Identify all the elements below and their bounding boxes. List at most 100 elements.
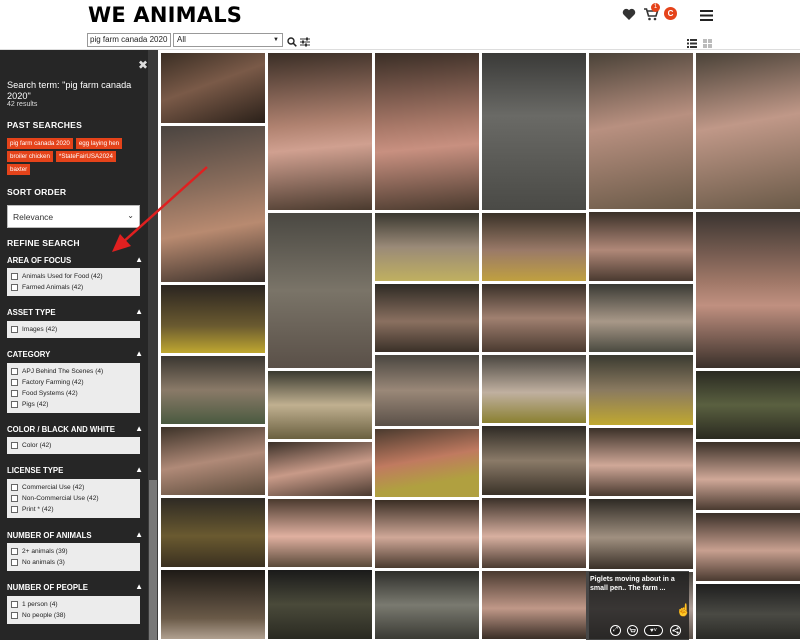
list-view-icon[interactable]: [687, 35, 697, 53]
facet-option[interactable]: Animals Used for Food (42): [11, 271, 136, 282]
past-search-tag[interactable]: *StateFairUSA2024: [55, 151, 116, 162]
facet-option[interactable]: Images (42): [11, 324, 136, 335]
heart-icon[interactable]: ♥˅: [644, 625, 663, 636]
result-image[interactable]: [588, 427, 694, 497]
result-image[interactable]: [374, 212, 480, 282]
menu-icon[interactable]: [698, 7, 714, 23]
expand-icon[interactable]: ⤢: [610, 625, 621, 636]
result-image[interactable]: [588, 354, 694, 426]
result-image[interactable]: [267, 52, 373, 211]
result-image[interactable]: [695, 583, 800, 640]
filter-icon[interactable]: [300, 34, 310, 52]
past-search-tag[interactable]: pig farm canada 2020: [7, 138, 73, 149]
chevron-up-icon[interactable]: ▲: [135, 424, 143, 433]
result-image[interactable]: [695, 211, 800, 369]
facet-option[interactable]: Color (42): [11, 440, 136, 451]
sort-order-select[interactable]: Relevance ⌄: [7, 205, 140, 228]
past-search-tag[interactable]: broiler chicken: [7, 151, 53, 162]
result-image[interactable]: [160, 284, 266, 354]
cart-icon[interactable]: [627, 625, 638, 636]
facet-header-asset-type[interactable]: ASSET TYPE ▲: [7, 307, 143, 320]
result-image[interactable]: [267, 569, 373, 640]
heart-icon[interactable]: [621, 6, 637, 22]
result-image[interactable]: [374, 428, 480, 498]
chevron-up-icon[interactable]: ▲: [135, 255, 143, 264]
result-image[interactable]: [481, 52, 587, 211]
result-image[interactable]: [160, 426, 266, 496]
facet-option[interactable]: Food Systems (42): [11, 388, 136, 399]
result-image[interactable]: [160, 125, 266, 283]
sidebar-scrollbar[interactable]: [148, 50, 158, 640]
result-image[interactable]: [374, 52, 480, 211]
facet-option[interactable]: 2+ animals (39): [11, 546, 136, 557]
grid-view-icon[interactable]: [703, 35, 712, 53]
result-image[interactable]: [695, 512, 800, 582]
checkbox[interactable]: [11, 484, 18, 491]
chevron-up-icon[interactable]: ▲: [135, 582, 143, 591]
result-image[interactable]: [160, 52, 266, 124]
facet-option[interactable]: Commercial Use (42): [11, 482, 136, 493]
facet-option[interactable]: Farmed Animals (42): [11, 282, 136, 293]
result-image[interactable]: [374, 499, 480, 569]
checkbox[interactable]: [11, 506, 18, 513]
share-icon[interactable]: [670, 625, 681, 636]
past-search-tag[interactable]: baxter: [7, 164, 31, 175]
search-type-select[interactable]: All ▼: [173, 33, 283, 47]
past-search-tag[interactable]: egg laying hen: [75, 138, 123, 149]
facet-option[interactable]: Print * (42): [11, 504, 136, 515]
facet-header-category[interactable]: CATEGORY ▲: [7, 349, 143, 362]
result-image[interactable]: [588, 498, 694, 570]
result-image[interactable]: [160, 355, 266, 425]
result-image[interactable]: [374, 283, 480, 353]
image-hover-card[interactable]: Piglets moving about in a small pen.. Th…: [586, 571, 689, 640]
facet-header-number-of-people[interactable]: NUMBER OF PEOPLE ▲: [7, 582, 143, 595]
result-image[interactable]: [695, 370, 800, 440]
scrollbar-thumb[interactable]: [149, 480, 157, 640]
result-image[interactable]: [267, 498, 373, 568]
result-image[interactable]: [374, 570, 480, 640]
facet-option[interactable]: 1 person (4): [11, 599, 136, 610]
checkbox[interactable]: [11, 442, 18, 449]
facet-option[interactable]: Non-Commercial Use (42): [11, 493, 136, 504]
result-image[interactable]: [481, 425, 587, 496]
facet-option[interactable]: Pigs (42): [11, 399, 136, 410]
result-image[interactable]: [695, 52, 800, 210]
chevron-up-icon[interactable]: ▲: [135, 349, 143, 358]
result-image[interactable]: [481, 283, 587, 353]
checkbox[interactable]: [11, 559, 18, 566]
checkbox[interactable]: [11, 368, 18, 375]
result-image[interactable]: [481, 212, 587, 282]
result-image[interactable]: [588, 211, 694, 282]
checkbox[interactable]: [11, 401, 18, 408]
checkbox[interactable]: [11, 601, 18, 608]
facet-header-area-of-focus[interactable]: AREA OF FOCUS ▲: [7, 255, 143, 268]
checkbox[interactable]: [11, 379, 18, 386]
chevron-up-icon[interactable]: ▲: [135, 530, 143, 539]
checkbox[interactable]: [11, 612, 18, 619]
checkbox[interactable]: [11, 326, 18, 333]
result-image[interactable]: [588, 283, 694, 353]
result-image[interactable]: [588, 52, 694, 210]
close-icon[interactable]: ✖: [138, 58, 148, 72]
result-image[interactable]: [481, 497, 587, 569]
facet-option[interactable]: APJ Behind The Scenes (4): [11, 366, 136, 377]
search-icon[interactable]: [287, 34, 297, 52]
checkbox[interactable]: [11, 548, 18, 555]
search-input[interactable]: pig farm canada 2020: [87, 33, 171, 47]
checkbox[interactable]: [11, 284, 18, 291]
result-image[interactable]: [267, 441, 373, 497]
result-image[interactable]: [267, 212, 373, 369]
result-image[interactable]: [374, 354, 480, 427]
result-image[interactable]: [481, 570, 587, 640]
result-image[interactable]: [267, 370, 373, 440]
facet-option[interactable]: No people (38): [11, 610, 136, 621]
result-image[interactable]: [695, 441, 800, 511]
facet-option[interactable]: No animals (3): [11, 557, 136, 568]
result-image[interactable]: [481, 354, 587, 424]
user-avatar[interactable]: C: [664, 7, 677, 20]
result-image[interactable]: [160, 569, 266, 640]
chevron-up-icon[interactable]: ▲: [135, 307, 143, 316]
result-image[interactable]: [160, 497, 266, 568]
facet-header-color[interactable]: COLOR / BLACK AND WHITE ▲: [7, 424, 143, 437]
facet-option[interactable]: Factory Farming (42): [11, 377, 136, 388]
